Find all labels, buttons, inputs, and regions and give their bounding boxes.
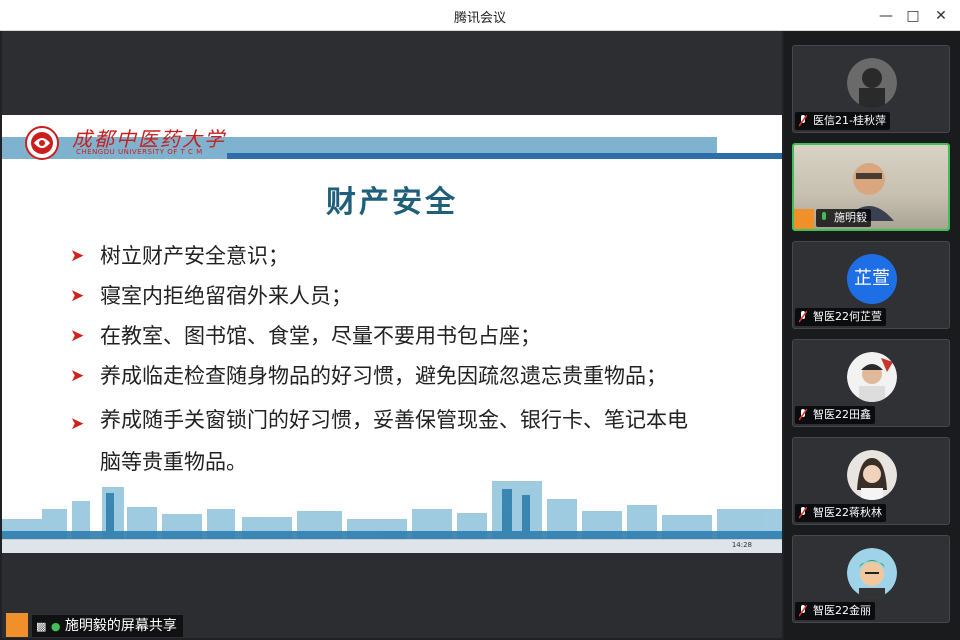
participant-name: 智医22金丽 <box>795 602 875 620</box>
participant-avatar <box>847 58 897 108</box>
bullet-item: ➤ 在教室、图书馆、食堂，尽量不要用书包占座； <box>70 319 760 359</box>
bullet-arrow-icon: ➤ <box>70 366 85 386</box>
participant-name: 智医22何芷萱 <box>795 308 886 326</box>
shared-taskbar: 14:28 <box>2 539 782 553</box>
participant-tile[interactable]: 芷萱 智医22何芷萱 <box>792 241 950 329</box>
bullet-arrow-icon: ➤ <box>70 326 85 346</box>
skyline-illustration <box>2 481 782 539</box>
screen-top-area <box>2 31 782 115</box>
close-icon[interactable]: ✕ <box>931 6 951 26</box>
presenter-avatar <box>6 613 28 637</box>
participants-panel: 医信21-桂秋萍 施明毅 芷萱 智医22何芷萱 智医22田鑫 智医22蒋秋林 智… <box>784 31 960 640</box>
screen-share-text: 施明毅的屏幕共享 <box>64 618 177 634</box>
mic-on-icon <box>822 212 826 220</box>
bullet-text: 养成临走检查随身物品的好习惯，避免因疏忽遗忘贵重物品； <box>100 364 667 388</box>
bullet-text: 在教室、图书馆、食堂，尽量不要用书包占座； <box>100 324 541 348</box>
slide-title: 财产安全 <box>326 185 458 220</box>
participant-name: 智医22田鑫 <box>795 406 875 424</box>
window-title: 腾讯会议 <box>453 11 506 26</box>
participant-tile-active[interactable]: 施明毅 <box>792 143 950 231</box>
bullet-item: ➤ 养成临走检查随身物品的好习惯，避免因疏忽遗忘贵重物品； <box>70 359 760 399</box>
participant-tile[interactable]: 智医22田鑫 <box>792 339 950 427</box>
screen-share-label: ▩ ● 施明毅的屏幕共享 <box>32 615 183 637</box>
university-logo-icon <box>25 126 59 160</box>
bullet-item: ➤ 寝室内拒绝留宿外来人员； <box>70 279 760 319</box>
participant-avatar <box>847 548 897 598</box>
participant-name: 施明毅 <box>816 209 871 227</box>
bullet-text: 养成随手关窗锁门的好习惯，妥善保管现金、银行卡、笔记本电 <box>100 408 688 432</box>
participant-initials-avatar: 芷萱 <box>847 254 897 304</box>
screen-share-icon: ▩ <box>36 620 47 633</box>
participant-avatar <box>847 352 897 402</box>
mic-muted-icon <box>799 409 807 421</box>
university-name-en: CHENGDU UNIVERSITY OF T C M <box>76 148 203 156</box>
bullet-item: ➤ 树立财产安全意识； <box>70 239 760 279</box>
bullet-arrow-icon: ➤ <box>70 286 85 306</box>
participant-name: 医信21-桂秋萍 <box>795 112 890 130</box>
bullet-text-continued: 脑等贵重物品。 <box>100 450 247 474</box>
bullet-text: 树立财产安全意识； <box>100 244 289 268</box>
title-bar: 腾讯会议 — □ ✕ <box>0 0 960 31</box>
header-band-accent <box>227 153 782 159</box>
bullet-item: ➤ 养成随手关窗锁门的好习惯，妥善保管现金、银行卡、笔记本电 脑等贵重物品。 <box>70 399 760 483</box>
bullet-text: 寝室内拒绝留宿外来人员； <box>100 284 352 308</box>
mic-icon: ● <box>50 620 61 633</box>
mic-muted-icon <box>799 311 807 323</box>
participant-name: 智医22蒋秋林 <box>795 504 886 522</box>
participant-tile[interactable]: 智医22金丽 <box>792 535 950 623</box>
minimize-icon[interactable]: — <box>876 6 896 26</box>
bullet-arrow-icon: ➤ <box>70 414 85 434</box>
mic-muted-icon <box>799 115 807 127</box>
participant-avatar-small <box>794 209 814 229</box>
mic-muted-icon <box>799 605 807 617</box>
bullet-list: ➤ 树立财产安全意识； ➤ 寝室内拒绝留宿外来人员； ➤ 在教室、图书馆、食堂，… <box>70 239 760 483</box>
maximize-icon[interactable]: □ <box>903 6 923 26</box>
participant-avatar <box>847 450 897 500</box>
mic-muted-icon <box>799 507 807 519</box>
taskbar-clock: 14:28 <box>731 541 752 549</box>
bullet-arrow-icon: ➤ <box>70 246 85 266</box>
presentation-slide: 成都中医药大学 CHENGDU UNIVERSITY OF T C M 财产安全… <box>2 115 782 539</box>
shared-screen: 成都中医药大学 CHENGDU UNIVERSITY OF T C M 财产安全… <box>2 31 782 638</box>
participant-tile[interactable]: 医信21-桂秋萍 <box>792 45 950 133</box>
participant-tile[interactable]: 智医22蒋秋林 <box>792 437 950 525</box>
